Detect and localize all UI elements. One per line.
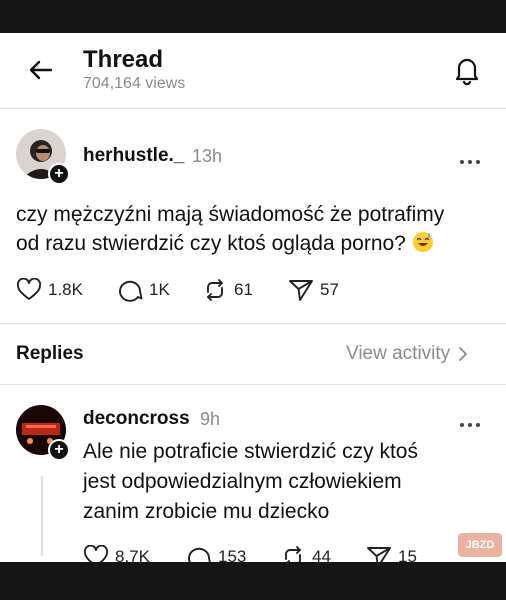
comment-button[interactable]: 1K: [117, 277, 170, 303]
watermark-logo: JBZD: [458, 533, 502, 557]
bottom-black-bar: [0, 562, 506, 600]
thread-header: Thread 704,164 views: [0, 33, 506, 108]
view-activity-link[interactable]: View activity: [346, 343, 471, 365]
reply-comment-button[interactable]: 153: [186, 544, 246, 562]
grinning-sweat-emoji: [412, 232, 433, 252]
arrow-left-icon: [29, 60, 53, 80]
repost-icon: [207, 279, 223, 301]
chevron-right-icon: [459, 347, 468, 361]
more-dots-icon: [460, 423, 464, 427]
plus-icon: +: [54, 441, 64, 458]
post-divider: [0, 323, 506, 324]
like-count: 1.8K: [48, 280, 83, 299]
reply-repost-button[interactable]: 44: [280, 544, 331, 562]
top-black-bar: [0, 0, 506, 33]
more-dot: [468, 423, 472, 427]
post-text-line-2: od razu stwierdzić czy ktoś ogląda porno…: [16, 232, 406, 255]
comment-count: 1K: [149, 280, 170, 299]
notifications-button[interactable]: [450, 53, 484, 87]
post-text-line-1: czy mężczyźni mają świadomość że potrafi…: [16, 203, 445, 226]
repost-button[interactable]: 61: [202, 277, 253, 303]
follow-plus-button[interactable]: +: [48, 163, 70, 185]
reply-share-count: 15: [398, 547, 417, 562]
post-username[interactable]: herhustle._: [83, 145, 184, 167]
reply-text-line-2: jest odpowiedzialnym człowiekiem: [83, 470, 402, 493]
reply-repost-count: 44: [312, 547, 331, 562]
post-time: 13h: [192, 146, 223, 166]
more-dots-icon: [460, 160, 464, 164]
thread-screen: Thread 704,164 views + herhustle._ 13h c…: [0, 33, 506, 562]
reply-like-count: 8.7K: [115, 547, 150, 562]
plus-icon: +: [54, 165, 64, 182]
heart-icon: [16, 278, 42, 300]
reply-time: 9h: [200, 409, 221, 429]
like-button[interactable]: 1.8K: [16, 277, 83, 303]
more-dot: [476, 160, 480, 164]
replies-divider: [0, 384, 506, 385]
reply-more-button[interactable]: [460, 414, 488, 427]
post-text: czy mężczyźni mają świadomość że potrafi…: [16, 200, 444, 258]
share-button[interactable]: 57: [288, 277, 339, 303]
repost-count: 61: [234, 280, 253, 299]
heart-icon: [83, 545, 109, 562]
send-icon: [367, 547, 391, 562]
more-dot: [468, 160, 472, 164]
back-button[interactable]: [26, 55, 56, 85]
reply-text: Ale nie potraficie stwierdzić czy ktoś j…: [83, 437, 418, 527]
reply-follow-plus-button[interactable]: +: [48, 439, 70, 461]
bell-icon: [455, 58, 479, 86]
reply-thread-line: [41, 476, 43, 556]
comment-bubble-icon: [119, 280, 143, 302]
repost-icon: [285, 546, 301, 562]
comment-bubble-icon: [188, 547, 211, 562]
more-dot: [476, 423, 480, 427]
post-more-button[interactable]: [460, 151, 488, 164]
header-divider: [0, 108, 506, 109]
send-icon: [289, 280, 313, 301]
reply-text-line-3: zanim zrobicie mu dziecko: [83, 500, 330, 523]
page-title: Thread: [83, 46, 164, 73]
share-count: 57: [320, 280, 339, 299]
post-text-line-2-wrap: od razu stwierdzić czy ktoś ogląda porno…: [16, 229, 444, 258]
reply-comment-count: 153: [218, 547, 247, 562]
reply-username[interactable]: deconcross: [83, 408, 190, 430]
reply-like-button[interactable]: 8.7K: [83, 544, 150, 562]
reply-text-line-1: Ale nie potraficie stwierdzić czy ktoś: [83, 440, 418, 463]
replies-label: Replies: [16, 343, 84, 364]
view-count: 704,164 views: [83, 75, 186, 92]
reply-share-button[interactable]: 15: [366, 544, 417, 562]
view-activity-label: View activity: [346, 343, 451, 364]
